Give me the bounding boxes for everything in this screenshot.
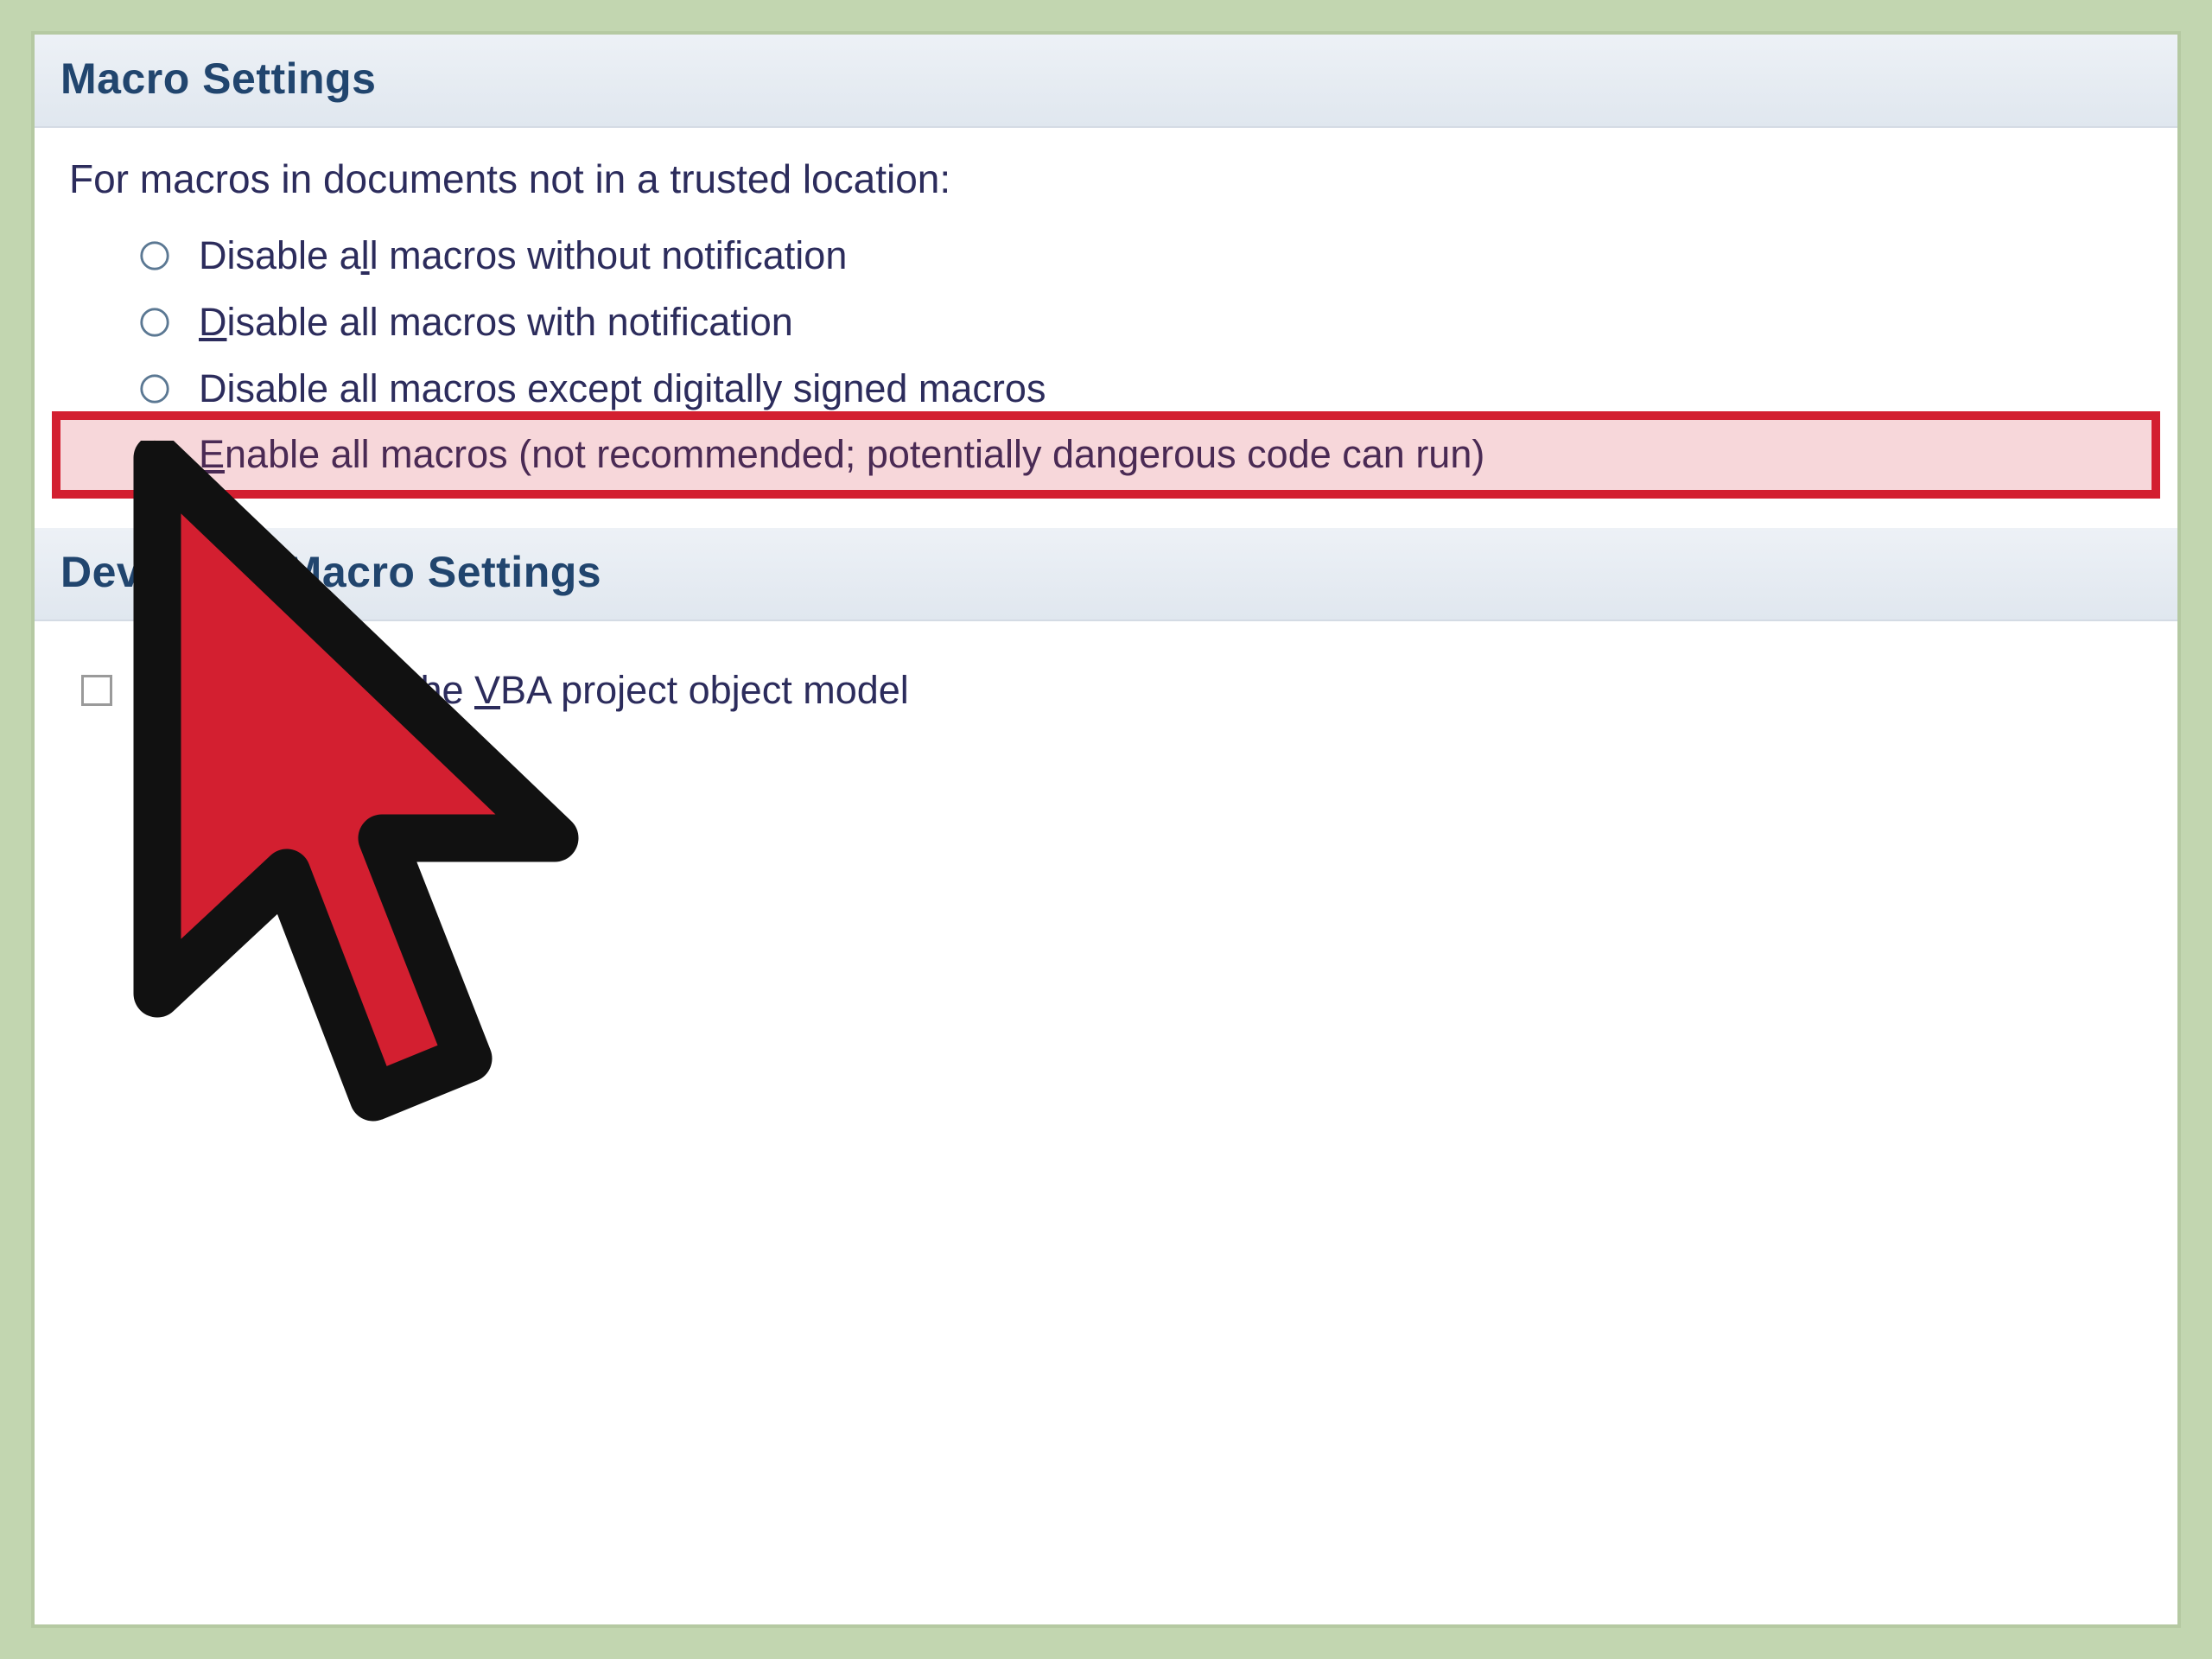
radio-label: Disable all macros except digitally sign… [199,363,1046,416]
section-header-developer-macro-settings: Developer Macro Settings [35,528,2177,621]
section-title: Macro Settings [60,54,376,103]
section-title: Developer Macro Settings [60,548,601,596]
checkbox-icon [81,675,112,706]
radio-icon-selected [138,439,171,472]
radio-icon [138,306,171,339]
macro-settings-intro: For macros in documents not in a trusted… [69,156,2143,202]
section-header-macro-settings: Macro Settings [35,35,2177,128]
macro-settings-body: For macros in documents not in a trusted… [35,128,2177,528]
radio-label: Enable all macros (not recommended; pote… [199,429,1484,481]
trust-center-panel: Macro Settings For macros in documents n… [31,31,2181,1628]
radio-label: Disable all macros without notification [199,230,847,283]
radio-icon [138,239,171,272]
radio-icon [138,372,171,405]
radio-label: Disable all macros with notification [199,296,793,349]
checkbox-label: Trust access to the VBA project object m… [137,664,909,717]
radio-option-disable-without-notification[interactable]: Disable all macros without notification [69,223,2143,289]
checkbox-trust-vba-project[interactable]: Trust access to the VBA project object m… [69,649,2143,733]
radio-option-disable-with-notification[interactable]: Disable all macros with notification [69,289,2143,356]
developer-settings-body: Trust access to the VBA project object m… [35,621,2177,1624]
radio-option-disable-except-signed[interactable]: Disable all macros except digitally sign… [69,356,2143,423]
radio-option-enable-all-macros[interactable]: Enable all macros (not recommended; pote… [69,422,2143,488]
